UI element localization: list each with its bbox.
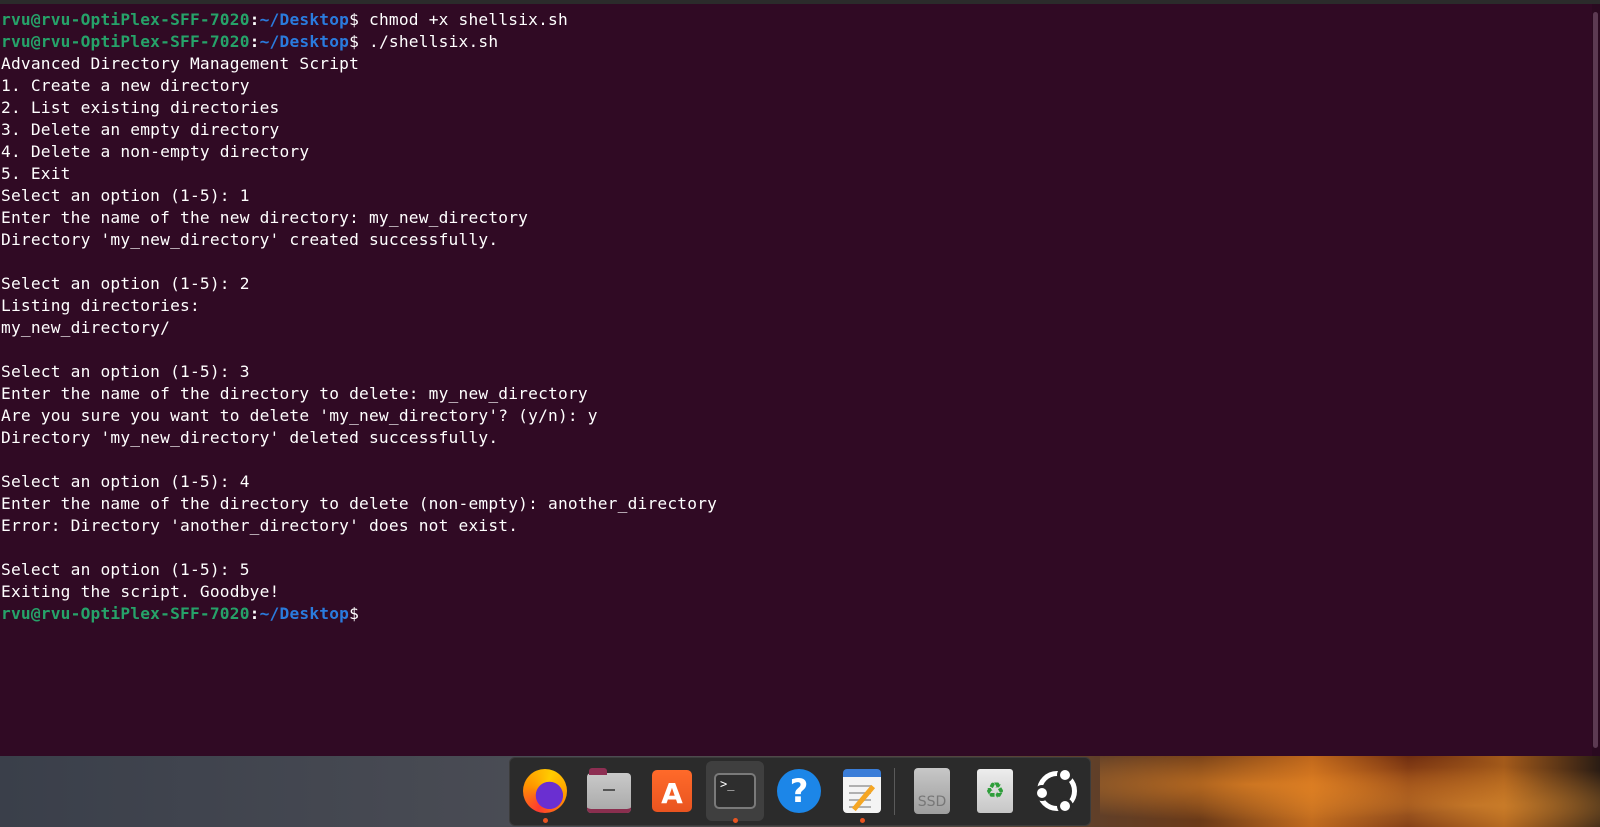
prompt-dollar: $ bbox=[349, 32, 360, 51]
prompt-colon: : bbox=[249, 10, 260, 29]
dock-item-files[interactable] bbox=[580, 761, 638, 821]
terminal-output-line: 4. Delete a non-empty directory bbox=[1, 142, 310, 161]
terminal-prompt-line: rvu@rvu-OptiPlex-SFF-7020:~/Desktop$ chm… bbox=[1, 9, 717, 31]
terminal-output: rvu@rvu-OptiPlex-SFF-7020:~/Desktop$ chm… bbox=[1, 9, 717, 625]
scrollbar-thumb[interactable] bbox=[1593, 12, 1598, 748]
terminal-output-line: Select an option (1-5): 1 bbox=[1, 186, 250, 205]
dock-item-app-center[interactable]: A bbox=[643, 761, 701, 821]
drive-icon: SSD bbox=[914, 768, 950, 814]
terminal-output-line: Enter the name of the directory to delet… bbox=[1, 384, 588, 403]
terminal-scrollbar[interactable] bbox=[1592, 4, 1600, 756]
terminal-output-line: Listing directories: bbox=[1, 296, 200, 315]
terminal-window[interactable]: rvu@rvu-OptiPlex-SFF-7020:~/Desktop$ chm… bbox=[0, 4, 1592, 756]
terminal-output-line: Advanced Directory Management Script bbox=[1, 54, 360, 73]
dock-item-help[interactable]: ? bbox=[770, 761, 828, 821]
terminal-output-line: Directory 'my_new_directory' deleted suc… bbox=[1, 428, 499, 447]
terminal-output-line: Exiting the script. Goodbye! bbox=[1, 582, 280, 601]
terminal-output-line: 2. List existing directories bbox=[1, 98, 280, 117]
terminal-output-line: Error: Directory 'another_directory' doe… bbox=[1, 516, 519, 535]
trash-icon: ♻ bbox=[977, 769, 1013, 813]
terminal-prompt-line: rvu@rvu-OptiPlex-SFF-7020:~/Desktop$ ./s… bbox=[1, 31, 717, 53]
dock-item-firefox[interactable] bbox=[516, 761, 574, 823]
running-indicator bbox=[733, 818, 738, 823]
terminal-output-line: my_new_directory/ bbox=[1, 318, 171, 337]
terminal-output-line: Directory 'my_new_directory' created suc… bbox=[1, 230, 499, 249]
prompt-colon: : bbox=[249, 604, 260, 623]
terminal-output-line: Select an option (1-5): 4 bbox=[1, 472, 250, 491]
prompt-user-host: rvu@rvu-OptiPlex-SFF-7020 bbox=[1, 32, 250, 51]
prompt-colon: : bbox=[249, 32, 260, 51]
terminal-command: chmod +x shellsix.sh bbox=[359, 10, 568, 29]
prompt-path: ~/Desktop bbox=[259, 10, 350, 29]
terminal-icon: >_ bbox=[714, 773, 756, 809]
running-indicator bbox=[860, 818, 865, 823]
terminal-output-line: 3. Delete an empty directory bbox=[1, 120, 280, 139]
prompt-dollar: $ bbox=[349, 604, 360, 623]
prompt-path: ~/Desktop bbox=[259, 32, 350, 51]
terminal-output-line: Enter the name of the directory to delet… bbox=[1, 494, 718, 513]
ubuntu-logo-icon bbox=[1034, 767, 1077, 814]
terminal-output-line: 5. Exit bbox=[1, 164, 71, 183]
dock-item-show-apps[interactable] bbox=[1028, 761, 1086, 821]
firefox-icon bbox=[523, 769, 567, 813]
terminal-command: ./shellsix.sh bbox=[359, 32, 499, 51]
prompt-dollar: $ bbox=[349, 10, 360, 29]
terminal-output-line: Select an option (1-5): 5 bbox=[1, 560, 250, 579]
dock-item-trash[interactable]: ♻ bbox=[966, 761, 1024, 821]
prompt-user-host: rvu@rvu-OptiPlex-SFF-7020 bbox=[1, 10, 250, 29]
dock-item-terminal[interactable]: >_ bbox=[706, 761, 764, 823]
running-indicator bbox=[543, 818, 548, 823]
terminal-output-line: 1. Create a new directory bbox=[1, 76, 250, 95]
dock-item-ssd-drive[interactable]: SSD bbox=[903, 761, 961, 821]
wallpaper-glow bbox=[1100, 756, 1600, 827]
prompt-user-host: rvu@rvu-OptiPlex-SFF-7020 bbox=[1, 604, 250, 623]
shopping-bag-icon: A bbox=[652, 770, 692, 812]
prompt-path: ~/Desktop bbox=[259, 604, 350, 623]
help-icon: ? bbox=[777, 769, 821, 813]
folder-icon bbox=[587, 768, 631, 813]
dock: A >_ ? SSD ♻ bbox=[509, 757, 1091, 826]
terminal-output-line: Are you sure you want to delete 'my_new_… bbox=[1, 406, 598, 425]
dock-separator bbox=[894, 768, 895, 815]
terminal-output-line: Enter the name of the new directory: my_… bbox=[1, 208, 529, 227]
terminal-output-line: Select an option (1-5): 2 bbox=[1, 274, 250, 293]
terminal-output-line: Select an option (1-5): 3 bbox=[1, 362, 250, 381]
terminal-prompt-line: rvu@rvu-OptiPlex-SFF-7020:~/Desktop$ bbox=[1, 603, 717, 625]
text-editor-icon bbox=[843, 769, 881, 813]
dock-item-text-editor[interactable] bbox=[833, 761, 891, 823]
